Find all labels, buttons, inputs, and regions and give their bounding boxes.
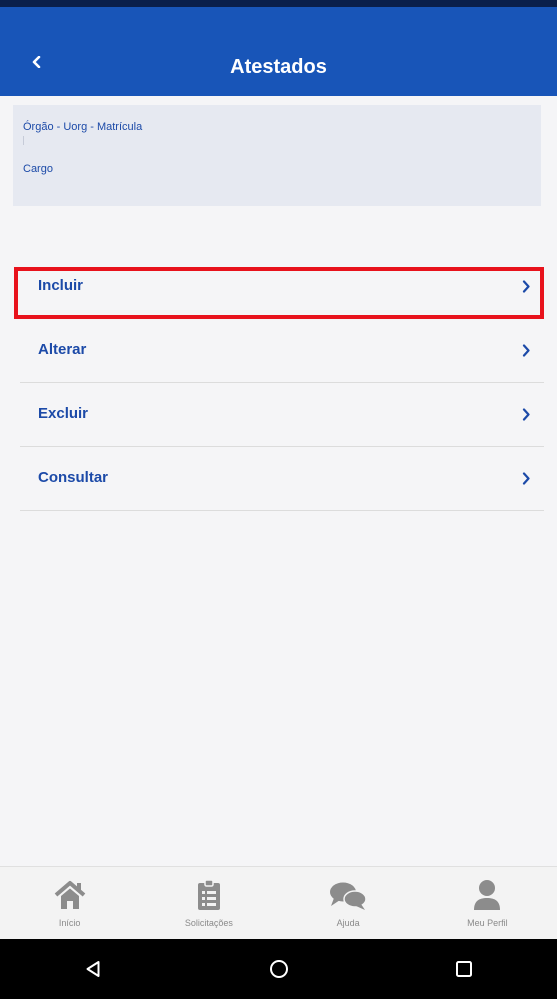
chevron-right-icon — [522, 344, 530, 357]
menu-item-label: Alterar — [38, 341, 87, 358]
tab-solicitacoes[interactable]: Solicitações — [139, 867, 278, 939]
menu-item-label: Excluir — [38, 405, 89, 422]
page-title: Atestados — [230, 56, 327, 78]
clipboard-list-icon — [197, 879, 220, 910]
employee-info-card: Órgão - Uorg - Matrícula Cargo — [13, 105, 541, 206]
tab-ajuda[interactable]: Ajuda — [279, 867, 418, 939]
org-unit-registration-label: Órgão - Uorg - Matrícula — [23, 121, 143, 133]
home-circle-icon — [269, 960, 288, 978]
android-navigation-bar — [0, 939, 557, 999]
actions-menu: Incluir Alterar Excluir Consultar — [20, 255, 544, 511]
menu-item-label: Incluir — [38, 277, 84, 294]
system-back-button[interactable] — [0, 960, 186, 978]
tab-meu-perfil[interactable]: Meu Perfil — [418, 867, 557, 939]
tab-label: Ajuda — [336, 918, 360, 928]
chevron-right-icon — [522, 472, 530, 485]
bottom-navigation: Início Solicitações Ajuda Meu Perfil — [0, 866, 557, 939]
menu-item-incluir[interactable]: Incluir — [20, 255, 544, 319]
tab-inicio[interactable]: Início — [0, 867, 139, 939]
chevron-right-icon — [522, 408, 530, 421]
menu-item-excluir[interactable]: Excluir — [20, 383, 544, 447]
menu-item-label: Consultar — [38, 469, 109, 486]
back-triangle-icon — [86, 961, 100, 977]
tab-label: Início — [58, 918, 81, 928]
status-bar — [0, 0, 557, 7]
user-icon — [474, 880, 501, 910]
chat-bubbles-icon — [330, 882, 367, 910]
tab-label: Solicitações — [184, 918, 233, 928]
tab-label: Meu Perfil — [467, 918, 508, 928]
position-label: Cargo — [23, 163, 53, 175]
chevron-right-icon — [522, 280, 530, 293]
app-header: Atestados — [0, 7, 557, 96]
menu-item-alterar[interactable]: Alterar — [20, 319, 544, 383]
menu-item-consultar[interactable]: Consultar — [20, 447, 544, 511]
app-screen: Atestados Órgão - Uorg - Matrícula Cargo… — [0, 0, 557, 999]
system-recents-button[interactable] — [371, 960, 557, 978]
system-home-button[interactable] — [186, 959, 372, 979]
info-divider — [23, 136, 24, 145]
home-icon — [54, 881, 85, 909]
recents-square-icon — [456, 961, 473, 977]
